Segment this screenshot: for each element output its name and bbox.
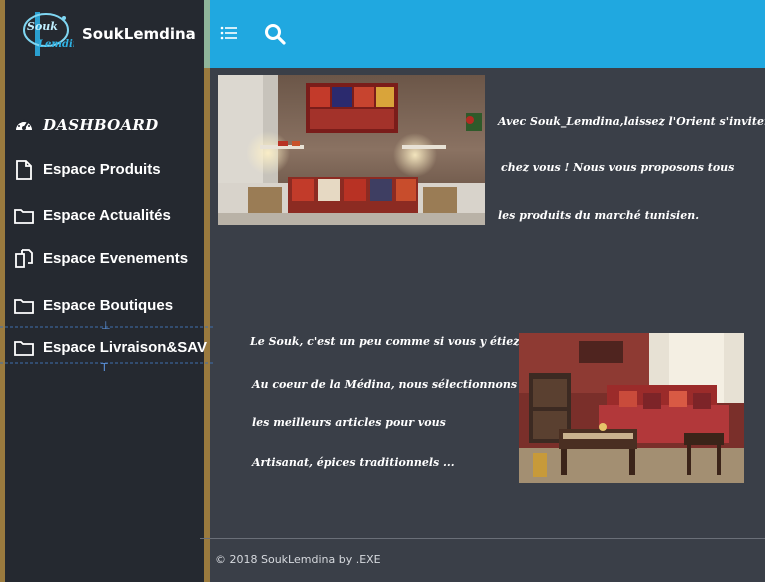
brand-logo: Souk Lemdina (23, 12, 74, 56)
copy-icon (15, 249, 33, 268)
dashboard-icon (16, 119, 32, 130)
svg-text:T: T (100, 361, 108, 372)
sidebar-item-dashboard[interactable]: DASHBOARD (14, 114, 202, 136)
folder-icon (14, 341, 34, 356)
svg-text:Lemdina: Lemdina (37, 39, 74, 50)
top-bar (210, 0, 765, 68)
footer-divider (200, 538, 765, 539)
oriental-salon-image (519, 333, 744, 483)
footer-copyright: © 2018 SoukLemdina by .EXE (215, 553, 381, 566)
intro-text-line: les produits du marché tunisien. (498, 209, 700, 222)
intro-text-line: Avec Souk_Lemdina,laissez l'Orient s'inv… (498, 115, 765, 128)
oriental-living-room-image (218, 75, 485, 225)
sidebar-item-actualites[interactable]: Espace Actualités (14, 205, 202, 227)
souk-text-line: les meilleurs articles pour vous (252, 416, 446, 429)
sidebar-border (0, 0, 5, 582)
sidebar-item-label: Espace Produits (43, 161, 161, 178)
folder-icon (14, 299, 34, 314)
sidebar: Souk Lemdina SoukLemdina DASHBOARD Espac… (0, 0, 214, 582)
souk-text-line: Artisanat, épices traditionnels ... (252, 456, 455, 469)
intro-text-line: chez vous ! Nous vous proposons tous (501, 161, 735, 174)
sidebar-item-evenements[interactable]: Espace Evenements (14, 248, 202, 270)
sidebar-item-label: Espace Evenements (43, 250, 189, 267)
file-icon (16, 160, 32, 180)
svg-text:⊥: ⊥ (101, 319, 111, 332)
sidebar-item-boutiques[interactable]: Espace Boutiques (14, 295, 202, 317)
sidebar-item-label: Espace Boutiques (43, 297, 174, 314)
sidebar-item-livraison[interactable]: Espace Livraison&SAV (14, 337, 207, 359)
sidebar-item-label: Espace Livraison&SAV (43, 339, 207, 356)
souk-text-line: Au coeur de la Médina, nous sélectionnon… (252, 378, 518, 391)
search-icon[interactable] (264, 23, 286, 45)
brand[interactable]: Souk Lemdina SoukLemdina (16, 6, 206, 66)
svg-text:Souk: Souk (27, 20, 58, 33)
sidebar-item-label: DASHBOARD (43, 116, 159, 134)
souk-text-line: Le Souk, c'est un peu comme si vous y ét… (250, 335, 524, 348)
sidebar-item-produits[interactable]: Espace Produits (14, 159, 202, 181)
sidebar-item-label: Espace Actualités (43, 207, 171, 224)
list-icon[interactable] (220, 24, 238, 42)
folder-icon (14, 209, 34, 224)
brand-name: SoukLemdina (82, 25, 196, 43)
